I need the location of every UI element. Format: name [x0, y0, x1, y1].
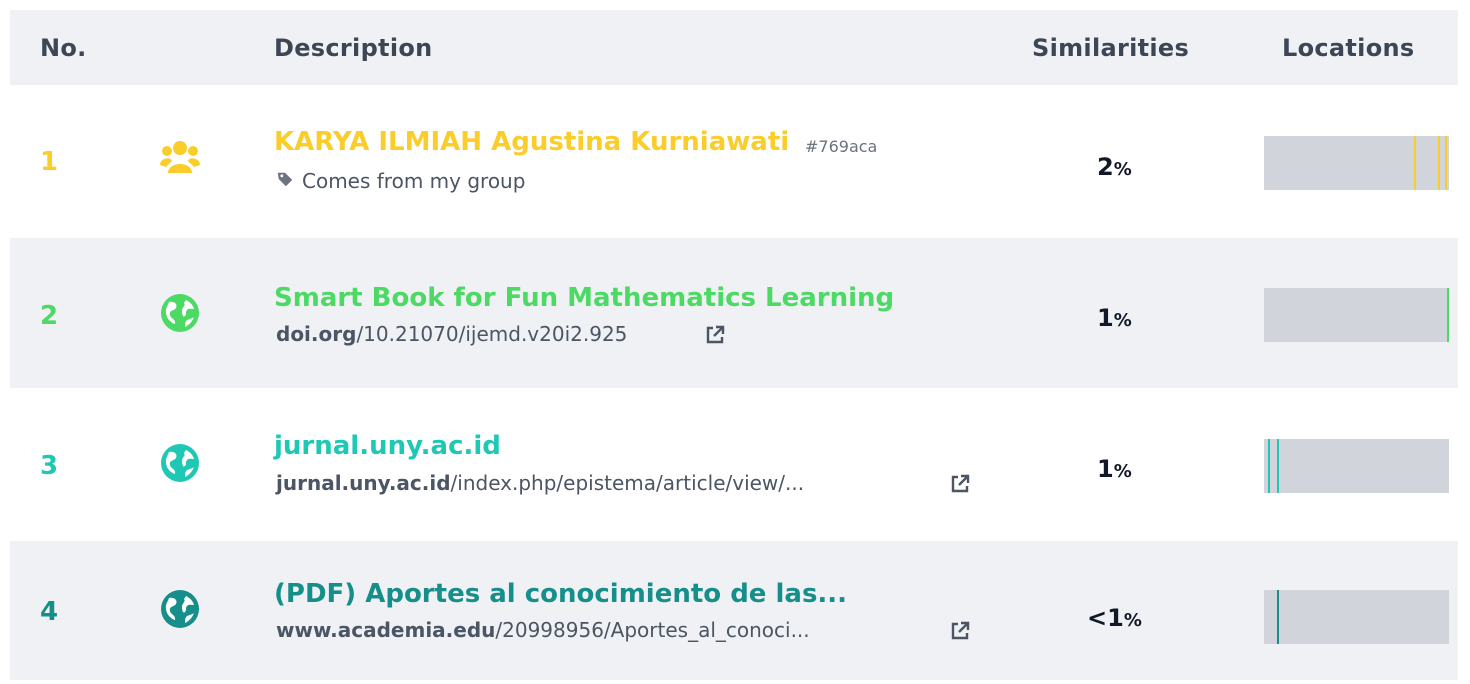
globe-icon	[161, 444, 199, 482]
globe-icon	[161, 590, 199, 628]
location-mark	[1414, 136, 1416, 190]
source-hash: #769aca	[805, 137, 878, 156]
globe-icon	[161, 294, 199, 332]
external-link-icon[interactable]	[705, 325, 725, 345]
row-number: 1	[40, 147, 59, 177]
column-header-description: Description	[274, 34, 433, 62]
location-bar[interactable]	[1264, 288, 1449, 342]
location-mark	[1447, 288, 1449, 342]
location-bar[interactable]	[1264, 439, 1449, 493]
location-mark	[1277, 439, 1279, 493]
location-mark	[1268, 439, 1270, 493]
results-table-header: No. Description Similarities Locations	[10, 10, 1458, 85]
row-number: 3	[40, 451, 59, 481]
source-title[interactable]: Smart Book for Fun Mathematics Learning	[274, 283, 894, 313]
column-header-similarities[interactable]: Similarities	[1032, 34, 1189, 62]
table-row[interactable]: 1 KARYA ILMIAH Agustina Kurniawati #769a…	[10, 95, 1458, 228]
source-url[interactable]: www.academia.edu/20998956/Aportes_al_con…	[276, 618, 810, 642]
source-title[interactable]: (PDF) Aportes al conocimiento de las...	[274, 579, 847, 609]
similarity-percent: <1%	[1087, 604, 1142, 632]
external-link-icon[interactable]	[950, 621, 970, 641]
similarity-percent: 2%	[1097, 153, 1132, 181]
location-mark	[1277, 590, 1279, 644]
source-title[interactable]: KARYA ILMIAH Agustina Kurniawati	[274, 127, 789, 157]
similarity-percent: 1%	[1097, 304, 1132, 332]
table-row[interactable]: 2 Smart Book for Fun Mathematics Learnin…	[10, 238, 1458, 388]
tag-icon	[277, 172, 293, 187]
similarity-percent: 1%	[1097, 455, 1132, 483]
column-header-no: No.	[40, 34, 87, 62]
source-origin-label: Comes from my group	[302, 169, 526, 193]
source-url[interactable]: jurnal.uny.ac.id/index.php/epistema/arti…	[276, 471, 804, 495]
source-title[interactable]: jurnal.uny.ac.id	[274, 431, 501, 461]
external-link-icon[interactable]	[950, 474, 970, 494]
column-header-locations: Locations	[1282, 34, 1415, 62]
row-number: 2	[40, 301, 59, 331]
group-icon	[160, 141, 200, 173]
table-row[interactable]: 3 jurnal.uny.ac.id jurnal.uny.ac.id/inde…	[10, 398, 1458, 531]
location-bar[interactable]	[1264, 136, 1449, 190]
location-mark	[1445, 136, 1447, 190]
location-bar[interactable]	[1264, 590, 1449, 644]
location-mark	[1438, 136, 1440, 190]
source-url[interactable]: doi.org/10.21070/ijemd.v20i2.925	[276, 322, 627, 346]
row-number: 4	[40, 597, 59, 627]
table-row[interactable]: 4 (PDF) Aportes al conocimiento de las..…	[10, 541, 1458, 680]
